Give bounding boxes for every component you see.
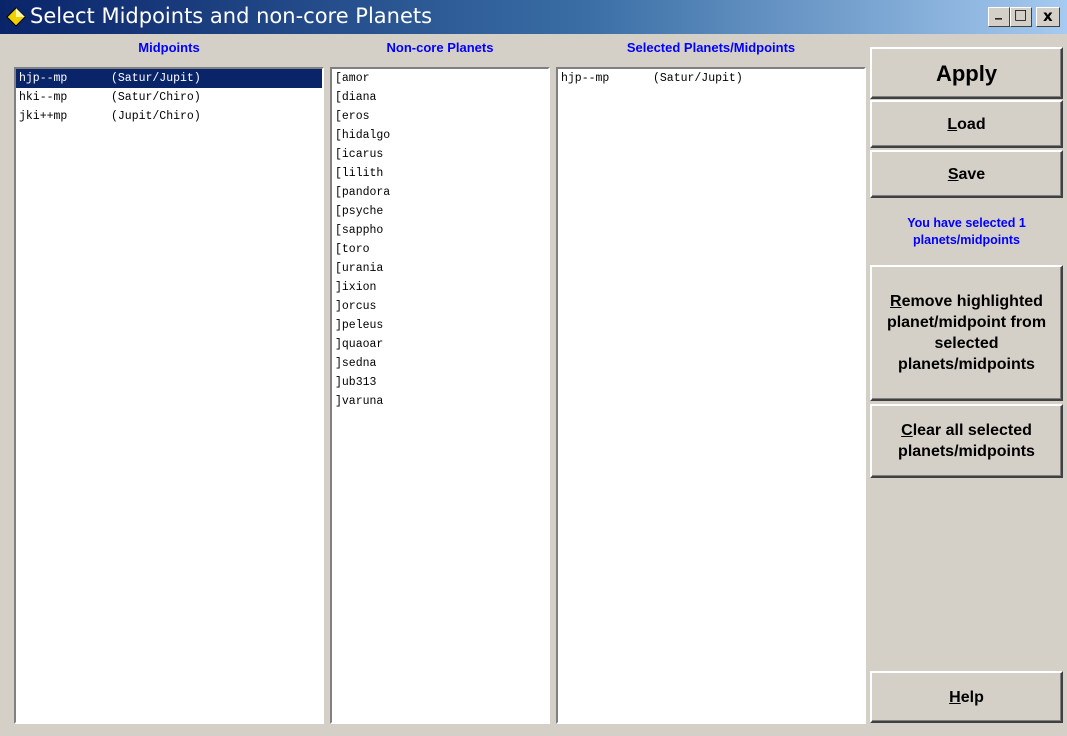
save-mnemonic: S [947, 165, 959, 183]
selection-status: You have selected 1 planets/midpoints [907, 216, 1026, 247]
noncore-planets-listbox[interactable]: [amor [diana [eros [hidalgo [icarus [lilith [p… [330, 67, 550, 724]
load-label-rest: oad [957, 115, 986, 133]
list-item[interactable]: [icarus [332, 145, 548, 164]
save-label: Save [948, 164, 985, 185]
list-item-code: hjp--mp [19, 72, 68, 85]
clear-mnemonic: C [901, 422, 913, 439]
list-item-code: ]sedna [335, 357, 377, 370]
list-item-code: ]orcus [335, 300, 377, 313]
list-item[interactable]: [pandora [332, 183, 548, 202]
list-item-code: hki--mp [19, 91, 68, 104]
apply-button[interactable]: Apply [870, 47, 1063, 99]
help-label: Help [949, 687, 984, 708]
clear-label: Clear all selected planets/midpoints [880, 420, 1053, 462]
list-item[interactable]: ]sedna [332, 354, 548, 373]
save-button[interactable]: Save [870, 150, 1063, 198]
list-item[interactable]: [sappho [332, 221, 548, 240]
load-label: Load [947, 114, 985, 135]
remove-mnemonic: R [890, 293, 902, 310]
help-label-rest: elp [960, 688, 984, 706]
list-item[interactable]: hjp--mp (Satur/Jupit) [16, 69, 322, 88]
clear-all-button[interactable]: Clear all selected planets/midpoints [870, 404, 1063, 478]
list-item[interactable]: ]ub313 [332, 373, 548, 392]
list-item[interactable]: [hidalgo [332, 126, 548, 145]
list-item-code: [lilith [335, 167, 384, 180]
list-item[interactable]: ]peleus [332, 316, 548, 335]
load-button[interactable]: Load [870, 100, 1063, 148]
save-label-rest: ave [958, 165, 986, 183]
list-item-code: [toro [335, 243, 370, 256]
list-item-code: ]varuna [335, 395, 384, 408]
midpoints-listbox[interactable]: hjp--mp (Satur/Jupit) hki--mp (Satur/Chiro)… [14, 67, 324, 724]
close-icon: x [1043, 7, 1053, 25]
remove-label: Remove highlighted planet/midpoint from … [880, 291, 1053, 375]
list-item[interactable]: ]ixion [332, 278, 548, 297]
list-item-pair: (Satur/Jupit) [653, 72, 743, 85]
selected-header: Selected Planets/Midpoints [626, 40, 796, 55]
help-mnemonic: H [949, 688, 961, 706]
list-item-code: [hidalgo [335, 129, 391, 142]
list-item-code: [urania [335, 262, 384, 275]
remove-highlighted-button[interactable]: Remove highlighted planet/midpoint from … [870, 265, 1063, 401]
list-item-code: ]ixion [335, 281, 377, 294]
maximize-icon: □ [1014, 7, 1028, 23]
list-item-code: [icarus [335, 148, 384, 161]
list-item-code: jki++mp [19, 110, 68, 123]
apply-label: Apply [935, 60, 998, 86]
list-item[interactable]: [eros [332, 107, 548, 126]
maximize-button[interactable]: □ [1010, 7, 1032, 27]
list-item[interactable]: [psyche [332, 202, 548, 221]
list-item-code: ]peleus [335, 319, 384, 332]
list-item[interactable]: jki++mp (Jupit/Chiro) [16, 107, 322, 126]
midpoints-header: Midpoints [138, 40, 200, 55]
selected-listbox[interactable]: hjp--mp (Satur/Jupit) [556, 67, 866, 724]
list-item-code: ]ub313 [335, 376, 377, 389]
list-item[interactable]: [amor [332, 69, 548, 88]
list-item[interactable]: [diana [332, 88, 548, 107]
minimize-button[interactable]: _ [988, 4, 1010, 27]
list-item-code: [psyche [335, 205, 384, 218]
list-item[interactable]: [toro [332, 240, 548, 259]
list-item[interactable]: [urania [332, 259, 548, 278]
list-item-code: [diana [335, 91, 377, 104]
diamond-app-icon [6, 7, 26, 27]
list-item[interactable]: hki--mp (Satur/Chiro) [16, 88, 322, 107]
list-item-pair: (Satur/Chiro) [111, 91, 201, 104]
title-bar[interactable]: Select Midpoints and non-core Planets _ … [0, 0, 1067, 34]
remove-label-rest: emove highlighted planet/midpoint from s… [886, 293, 1047, 373]
window-title: Select Midpoints and non-core Planets [30, 4, 433, 28]
list-item[interactable]: hjp--mp (Satur/Jupit) [558, 69, 864, 88]
list-item[interactable]: [lilith [332, 164, 548, 183]
help-button[interactable]: Help [870, 671, 1063, 723]
list-item-code: [eros [335, 110, 370, 123]
list-item[interactable]: ]orcus [332, 297, 548, 316]
list-item-pair: (Satur/Jupit) [111, 72, 201, 85]
load-mnemonic: L [947, 115, 958, 133]
close-button[interactable]: x [1036, 7, 1060, 27]
list-item[interactable]: ]quaoar [332, 335, 548, 354]
list-item-pair: (Jupit/Chiro) [111, 110, 201, 123]
list-item-code: ]quaoar [335, 338, 384, 351]
noncore-header: Non-core Planets [386, 40, 494, 55]
list-item-code: hjp--mp [561, 72, 610, 85]
clear-label-rest: lear all selected planets/midpoints [898, 422, 1035, 460]
list-item[interactable]: ]varuna [332, 392, 548, 411]
minimize-icon: _ [995, 4, 1002, 20]
list-item-code: [amor [335, 72, 370, 85]
list-item-code: [pandora [335, 186, 391, 199]
dialog-window: Select Midpoints and non-core Planets _ … [0, 0, 1067, 736]
list-item-code: [sappho [335, 224, 384, 237]
